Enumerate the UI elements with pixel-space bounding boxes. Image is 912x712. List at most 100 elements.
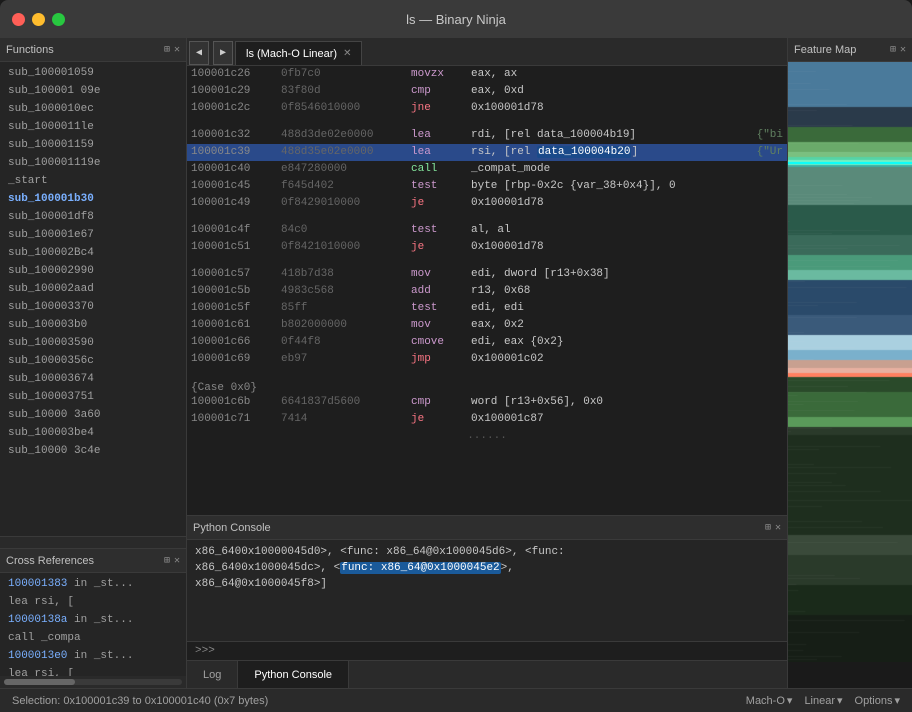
disasm-area[interactable]: 100001c260fb7c0movzxeax, ax100001c2983f8…: [187, 66, 787, 515]
disasm-operands: 0x100001c02: [471, 351, 783, 368]
disasm-line[interactable]: 100001c2c0f8546010000jne0x100001d78: [187, 100, 787, 117]
disasm-line[interactable]: 100001c4f84c0testal, al: [187, 222, 787, 239]
disasm-line[interactable]: 100001c6b6641837d5600cmpword [r13+0x56],…: [187, 394, 787, 411]
disasm-bytes: 0f8429010000: [281, 195, 411, 212]
close-panel-icon[interactable]: ✕: [174, 44, 180, 56]
function-item[interactable]: sub_100002Bc4: [0, 244, 186, 262]
disasm-mnemonic: cmp: [411, 83, 471, 100]
disasm-line[interactable]: 100001c69eb97jmp0x100001c02: [187, 351, 787, 368]
function-item[interactable]: _start: [0, 172, 186, 190]
function-item[interactable]: sub_100001119e: [0, 154, 186, 172]
disasm-line[interactable]: 100001c510f8421010000je0x100001d78: [187, 239, 787, 256]
disasm-line[interactable]: 100001c39488d35e02e0000learsi, [rel data…: [187, 144, 787, 161]
xref-item: lea rsi, [: [0, 665, 186, 676]
disasm-operands: 0x100001c87: [471, 411, 783, 428]
function-item[interactable]: sub_100001059: [0, 64, 186, 82]
disasm-line[interactable]: 100001c61b802000000moveax, 0x2: [187, 317, 787, 334]
function-item[interactable]: sub_1000011le: [0, 118, 186, 136]
disasm-bytes: e847280000: [281, 161, 411, 178]
disasm-line[interactable]: 100001c260fb7c0movzxeax, ax: [187, 66, 787, 83]
function-item[interactable]: sub_10000 3c4e: [0, 442, 186, 460]
disasm-line[interactable]: 100001c490f8429010000je0x100001d78: [187, 195, 787, 212]
disasm-tab-main[interactable]: ls (Mach-O Linear) ✕: [235, 41, 362, 65]
disasm-tab-close-icon[interactable]: ✕: [343, 48, 351, 59]
function-item[interactable]: sub_100001159: [0, 136, 186, 154]
function-item[interactable]: sub_100003751: [0, 388, 186, 406]
disasm-address: 100001c49: [191, 195, 281, 212]
disasm-dots: ......: [187, 428, 787, 444]
function-item[interactable]: sub_100002aad: [0, 280, 186, 298]
disasm-address: 100001c40: [191, 161, 281, 178]
disasm-bytes: 85ff: [281, 300, 411, 317]
function-item[interactable]: sub_10000356c: [0, 352, 186, 370]
feature-map-close-icon[interactable]: ✕: [900, 44, 906, 56]
close-button[interactable]: [12, 13, 25, 26]
function-item[interactable]: sub_10000 3a60: [0, 406, 186, 424]
disasm-line[interactable]: 100001c40e847280000call_compat_mode: [187, 161, 787, 178]
function-item[interactable]: sub_100001b30: [0, 190, 186, 208]
main-area: Functions ⊞ ✕ sub_100001059sub_100001 09…: [0, 38, 912, 688]
disasm-line[interactable]: 100001c5b4983c568addr13, 0x68: [187, 283, 787, 300]
disasm-operands: 0x100001d78: [471, 100, 783, 117]
function-item[interactable]: sub_100003370: [0, 298, 186, 316]
disasm-operands: 0x100001d78: [471, 239, 783, 256]
disasm-address: 100001c5f: [191, 300, 281, 317]
function-item[interactable]: sub_100002990: [0, 262, 186, 280]
disasm-bytes: 488d35e02e0000: [281, 144, 411, 161]
python-output-line: x86_64@0x1000045f8>]: [195, 576, 779, 592]
sidebar-left: Functions ⊞ ✕ sub_100001059sub_100001 09…: [0, 38, 187, 688]
disasm-operands: eax, 0x2: [471, 317, 783, 334]
function-item[interactable]: sub_1000010ec: [0, 100, 186, 118]
functions-panel-header: Functions ⊞ ✕: [0, 38, 186, 62]
disasm-bytes: 84c0: [281, 222, 411, 239]
disasm-mnemonic: mov: [411, 266, 471, 283]
nav-back-button[interactable]: ◀: [189, 41, 209, 65]
feature-map-header: Feature Map ⊞ ✕: [788, 38, 912, 62]
disasm-operands: eax, ax: [471, 66, 783, 83]
function-item[interactable]: sub_100003674: [0, 370, 186, 388]
disasm-line[interactable]: 100001c2983f80dcmpeax, 0xd: [187, 83, 787, 100]
split-icon[interactable]: ⊞: [164, 44, 170, 56]
disasm-operands: rsi, [rel data_100004b20]: [471, 144, 749, 161]
python-highlight: func: x86_64@0x1000045e2: [340, 562, 500, 574]
disasm-address: 100001c26: [191, 66, 281, 83]
disasm-line[interactable]: 100001c45f645d402testbyte [rbp-0x2c {var…: [187, 178, 787, 195]
functions-list[interactable]: sub_100001059sub_100001 09esub_1000010ec…: [0, 62, 186, 536]
cross-refs-split-icon[interactable]: ⊞: [164, 555, 170, 567]
disasm-line[interactable]: 100001c660f44f8cmoveedi, eax {0x2}: [187, 334, 787, 351]
python-close-icon[interactable]: ✕: [775, 522, 781, 534]
cross-references-panel: Cross References ⊞ ✕ 100001383 in _st...…: [0, 548, 186, 688]
disasm-address: 100001c45: [191, 178, 281, 195]
disasm-label: {Case 0x0}: [187, 378, 787, 394]
cross-refs-title: Cross References: [6, 555, 94, 567]
disasm-line[interactable]: 100001c5f85fftestedi, edi: [187, 300, 787, 317]
options-button[interactable]: Options ▾: [855, 694, 900, 707]
disasm-line[interactable]: 100001c32488d3de02e0000leardi, [rel data…: [187, 127, 787, 144]
function-item[interactable]: sub_100003be4: [0, 424, 186, 442]
disasm-line[interactable]: 100001c717414je0x100001c87: [187, 411, 787, 428]
view-button[interactable]: Linear ▾: [804, 694, 842, 707]
python-split-icon[interactable]: ⊞: [765, 522, 771, 534]
minimize-button[interactable]: [32, 13, 45, 26]
bottom-tab-python-console[interactable]: Python Console: [238, 661, 349, 688]
nav-forward-button[interactable]: ▶: [213, 41, 233, 65]
feature-map-split-icon[interactable]: ⊞: [890, 44, 896, 56]
function-item[interactable]: sub_100003b0: [0, 316, 186, 334]
disasm-mnemonic: mov: [411, 317, 471, 334]
format-button[interactable]: Mach-O ▾: [746, 694, 793, 707]
function-item[interactable]: sub_100001df8: [0, 208, 186, 226]
disasm-line[interactable]: 100001c57418b7d38movedi, dword [r13+0x38…: [187, 266, 787, 283]
function-item[interactable]: sub_100001 09e: [0, 82, 186, 100]
disasm-bytes: 0f44f8: [281, 334, 411, 351]
python-title: Python Console: [193, 522, 271, 534]
disasm-bytes: b802000000: [281, 317, 411, 334]
function-item[interactable]: sub_100001e67: [0, 226, 186, 244]
traffic-lights: [12, 13, 65, 26]
function-item[interactable]: sub_100003590: [0, 334, 186, 352]
disasm-bytes: 7414: [281, 411, 411, 428]
maximize-button[interactable]: [52, 13, 65, 26]
cross-refs-close-icon[interactable]: ✕: [174, 555, 180, 567]
disasm-spacer: [187, 117, 787, 127]
bottom-tab-log[interactable]: Log: [187, 661, 238, 688]
python-header-icons: ⊞ ✕: [765, 522, 781, 534]
